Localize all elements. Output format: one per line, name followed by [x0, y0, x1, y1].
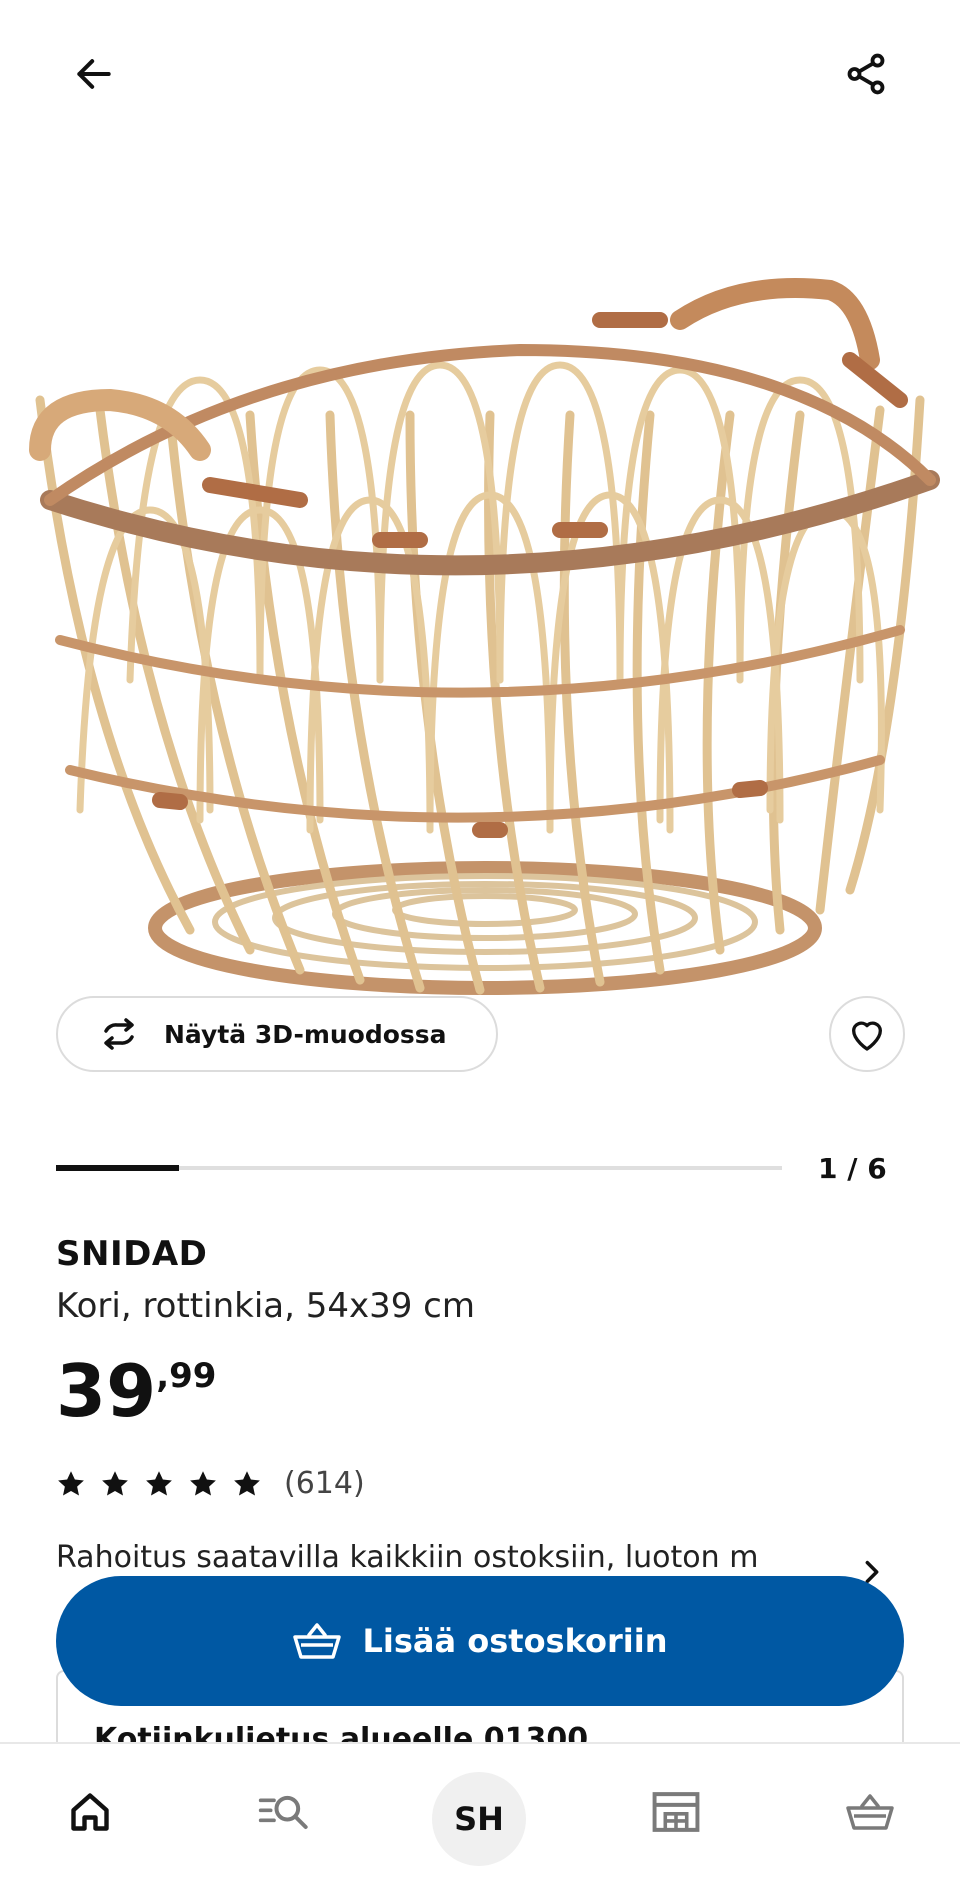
cart-icon [846, 1794, 894, 1830]
nav-stores[interactable] [628, 1764, 724, 1860]
product-image-gallery[interactable]: Näytä 3D-muodossa [0, 150, 960, 1090]
share-icon [847, 53, 885, 95]
nav-search[interactable] [236, 1764, 332, 1860]
product-rating[interactable]: (614) [56, 1466, 365, 1501]
share-button[interactable] [826, 34, 906, 114]
view-3d-button[interactable]: Näytä 3D-muodossa [56, 996, 498, 1072]
gallery-page-counter: 1 / 6 [818, 1152, 887, 1185]
price-integer: 39 [56, 1349, 157, 1433]
rattan-basket-image [29, 278, 940, 995]
nav-home[interactable] [42, 1764, 138, 1860]
basket-icon [292, 1623, 341, 1659]
star-icon [102, 1470, 128, 1495]
bottom-navigation: SH [0, 1742, 960, 1892]
nav-profile[interactable]: SH [432, 1772, 526, 1866]
product-description: Kori, rottinkia, 54x39 cm [56, 1286, 475, 1326]
view-3d-label: Näytä 3D-muodossa [164, 1019, 447, 1049]
gallery-progress-bar [56, 1165, 782, 1171]
product-price: 39 ,99 [56, 1350, 216, 1432]
add-to-cart-button[interactable]: Lisää ostoskoriin [56, 1576, 904, 1706]
star-icon [190, 1470, 216, 1495]
nav-cart[interactable] [822, 1764, 918, 1860]
star-icon [146, 1470, 172, 1495]
product-name: SNIDAD [56, 1234, 208, 1274]
review-count: (614) [284, 1466, 365, 1501]
add-to-cart-label: Lisää ostoskoriin [362, 1622, 668, 1660]
star-icon [234, 1470, 260, 1495]
back-button[interactable] [54, 34, 134, 114]
gallery-progress-fill [56, 1165, 180, 1171]
profile-initials: SH [454, 1800, 504, 1838]
arrow-left-icon [77, 59, 111, 89]
rating-stars [56, 1469, 262, 1499]
home-icon [71, 1793, 109, 1831]
star-icon [58, 1470, 84, 1495]
price-decimal: ,99 [156, 1356, 217, 1396]
favourite-button[interactable] [829, 996, 905, 1072]
top-bar [0, 0, 960, 150]
heart-icon [852, 1021, 882, 1051]
store-icon [652, 1792, 700, 1832]
search-list-icon [258, 1795, 308, 1829]
rotate-3d-icon [104, 1018, 134, 1050]
